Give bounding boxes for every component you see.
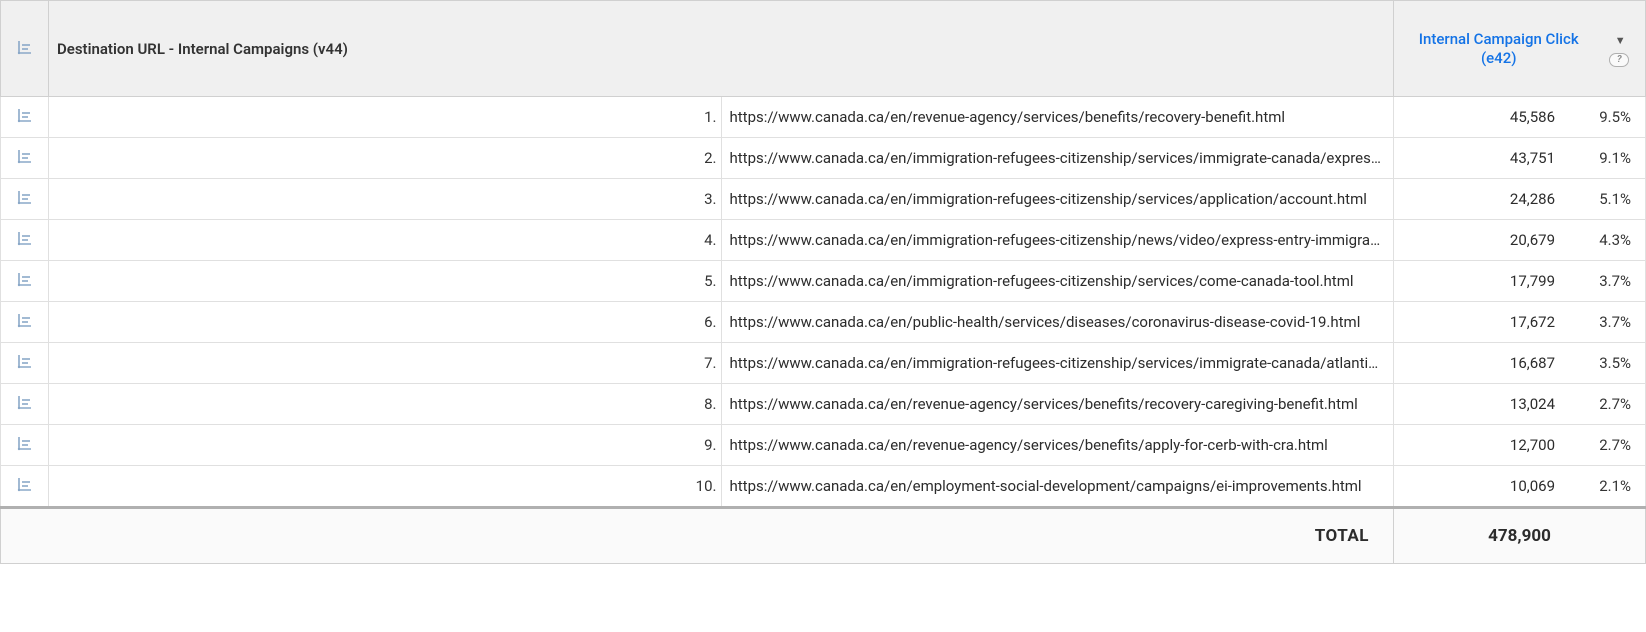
- row-metric-pct: 2.7%: [1583, 436, 1631, 454]
- breakdown-icon[interactable]: [16, 311, 34, 329]
- table-header-row: Destination URL - Internal Campaigns (v4…: [1, 1, 1646, 97]
- row-url[interactable]: https://www.canada.ca/en/immigration-ref…: [721, 261, 1394, 302]
- row-rank: 5.: [49, 261, 722, 302]
- row-url[interactable]: https://www.canada.ca/en/revenue-agency/…: [721, 97, 1394, 138]
- row-metric-value: 12,700: [1483, 436, 1555, 454]
- table-row: 3. https://www.canada.ca/en/immigration-…: [1, 179, 1646, 220]
- row-metric-pct: 3.7%: [1583, 313, 1631, 331]
- table-row: 7. https://www.canada.ca/en/immigration-…: [1, 343, 1646, 384]
- breakdown-icon[interactable]: [16, 393, 34, 411]
- row-metric-pct: 5.1%: [1583, 190, 1631, 208]
- row-metric-value: 13,024: [1483, 395, 1555, 413]
- row-url[interactable]: https://www.canada.ca/en/revenue-agency/…: [721, 425, 1394, 466]
- row-metric-pct: 2.1%: [1583, 477, 1631, 495]
- total-row: TOTAL 478,900: [1, 508, 1646, 564]
- row-metric-pct: 9.5%: [1583, 108, 1631, 126]
- row-url[interactable]: https://www.canada.ca/en/employment-soci…: [721, 466, 1394, 508]
- row-metric-pct: 3.7%: [1583, 272, 1631, 290]
- report-table: Destination URL - Internal Campaigns (v4…: [0, 0, 1646, 564]
- row-metric-pct: 3.5%: [1583, 354, 1631, 372]
- table-row: 8. https://www.canada.ca/en/revenue-agen…: [1, 384, 1646, 425]
- row-metric-value: 17,799: [1483, 272, 1555, 290]
- row-metric-value: 43,751: [1483, 149, 1555, 167]
- row-rank: 3.: [49, 179, 722, 220]
- row-url[interactable]: https://www.canada.ca/en/public-health/s…: [721, 302, 1394, 343]
- row-url[interactable]: https://www.canada.ca/en/immigration-ref…: [721, 343, 1394, 384]
- table-row: 9. https://www.canada.ca/en/revenue-agen…: [1, 425, 1646, 466]
- table-row: 10. https://www.canada.ca/en/employment-…: [1, 466, 1646, 508]
- row-metric-value: 24,286: [1483, 190, 1555, 208]
- breakdown-icon[interactable]: [16, 106, 34, 124]
- breakdown-icon[interactable]: [16, 352, 34, 370]
- total-value: 478,900: [1394, 508, 1646, 564]
- table-row: 5. https://www.canada.ca/en/immigration-…: [1, 261, 1646, 302]
- row-rank: 9.: [49, 425, 722, 466]
- help-icon: ?: [1609, 53, 1629, 67]
- header-metric-cell: Internal Campaign Click (e42) ▼ ?: [1394, 1, 1646, 97]
- breakdown-icon[interactable]: [16, 229, 34, 247]
- row-rank: 4.: [49, 220, 722, 261]
- row-rank: 10.: [49, 466, 722, 508]
- header-breakdown-cell: [1, 1, 49, 97]
- breakdown-icon[interactable]: [16, 188, 34, 206]
- row-rank: 7.: [49, 343, 722, 384]
- breakdown-icon[interactable]: [16, 147, 34, 165]
- row-metric-value: 20,679: [1483, 231, 1555, 249]
- table-row: 6. https://www.canada.ca/en/public-healt…: [1, 302, 1646, 343]
- row-url[interactable]: https://www.canada.ca/en/immigration-ref…: [721, 179, 1394, 220]
- header-dimension-label[interactable]: Destination URL - Internal Campaigns (v4…: [49, 1, 1394, 97]
- row-rank: 1.: [49, 97, 722, 138]
- row-rank: 6.: [49, 302, 722, 343]
- row-metric-pct: 4.3%: [1583, 231, 1631, 249]
- breakdown-icon[interactable]: [16, 475, 34, 493]
- row-metric-value: 17,672: [1483, 313, 1555, 331]
- breakdown-icon[interactable]: [16, 434, 34, 452]
- row-metric-value: 16,687: [1483, 354, 1555, 372]
- row-rank: 8.: [49, 384, 722, 425]
- sort-indicator-group[interactable]: ▼ ?: [1601, 30, 1637, 67]
- row-url[interactable]: https://www.canada.ca/en/immigration-ref…: [721, 138, 1394, 179]
- header-metric-label[interactable]: Internal Campaign Click (e42): [1402, 30, 1595, 68]
- breakdown-icon[interactable]: [16, 270, 34, 288]
- row-metric-pct: 9.1%: [1583, 149, 1631, 167]
- row-metric-value: 45,586: [1483, 108, 1555, 126]
- table-row: 4. https://www.canada.ca/en/immigration-…: [1, 220, 1646, 261]
- row-url[interactable]: https://www.canada.ca/en/immigration-ref…: [721, 220, 1394, 261]
- sort-desc-icon: ▼: [1615, 34, 1626, 47]
- row-rank: 2.: [49, 138, 722, 179]
- table-row: 2. https://www.canada.ca/en/immigration-…: [1, 138, 1646, 179]
- row-url[interactable]: https://www.canada.ca/en/revenue-agency/…: [721, 384, 1394, 425]
- row-metric-value: 10,069: [1483, 477, 1555, 495]
- breakdown-icon[interactable]: [16, 38, 34, 56]
- table-row: 1. https://www.canada.ca/en/revenue-agen…: [1, 97, 1646, 138]
- row-metric-pct: 2.7%: [1583, 395, 1631, 413]
- total-label: TOTAL: [1, 508, 1394, 564]
